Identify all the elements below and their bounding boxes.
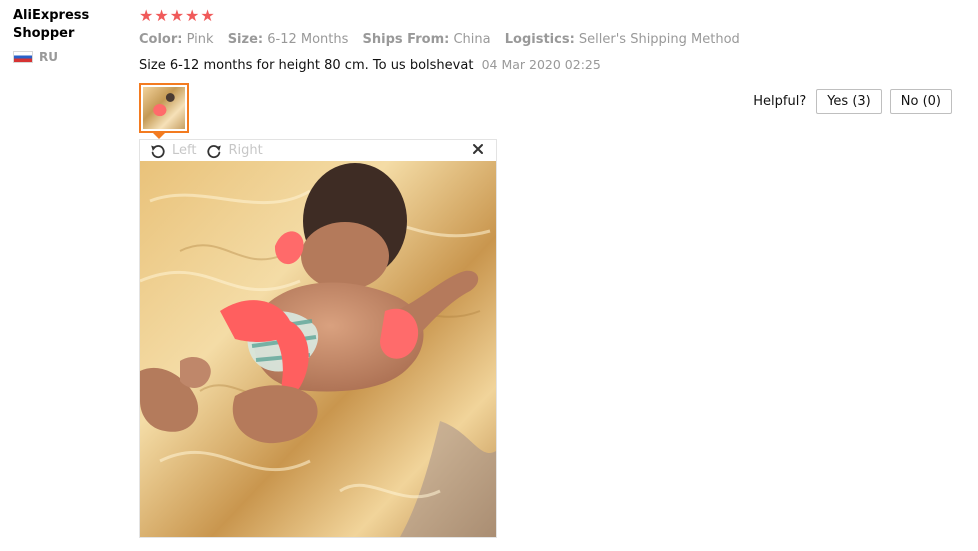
- helpful-no-button[interactable]: No (0): [889, 89, 952, 114]
- star-rating: ★ ★ ★ ★ ★: [139, 6, 959, 26]
- star-icon: ★: [139, 6, 154, 25]
- attribute-value: Pink: [186, 32, 214, 47]
- rotate-left-icon: [151, 144, 165, 158]
- helpful-yes-button[interactable]: Yes (3): [816, 89, 882, 114]
- review-body: ★ ★ ★ ★ ★ Color: Pink Size: 6-12 Months …: [139, 6, 959, 74]
- review-photo: [140, 161, 496, 537]
- review-photo-thumbnail[interactable]: [139, 83, 189, 133]
- helpful-voting: Helpful? Yes (3) No (0): [753, 89, 952, 114]
- attribute-ships-from: Ships From: China: [363, 32, 495, 47]
- attribute-size: Size: 6-12 Months: [228, 32, 353, 47]
- rotate-left-button[interactable]: Left: [150, 143, 196, 159]
- review-date: 04 Mar 2020 02:25: [481, 57, 601, 72]
- attribute-value: China: [453, 32, 491, 47]
- attribute-key: Ships From:: [362, 32, 450, 47]
- photo-viewer: Left Right: [139, 139, 497, 538]
- country-code: RU: [39, 50, 58, 64]
- attribute-key: Color:: [139, 32, 183, 47]
- attribute-color: Color: Pink: [139, 32, 218, 47]
- reviewer-country: RU: [13, 50, 123, 64]
- product-attributes: Color: Pink Size: 6-12 Months Ships From…: [139, 32, 959, 48]
- rotate-right-button[interactable]: Right: [206, 143, 263, 159]
- close-icon[interactable]: [472, 143, 484, 155]
- russia-flag-icon: [13, 51, 33, 63]
- viewer-toolbar: Left Right: [140, 140, 496, 161]
- review-text: Size 6-12 months for height 80 cm. To us…: [139, 58, 474, 73]
- star-icon: ★: [169, 6, 185, 25]
- star-icon: ★: [185, 6, 200, 25]
- rotate-right-label: Right: [228, 143, 263, 158]
- thumbnail-image: [143, 87, 185, 129]
- attribute-value: Seller's Shipping Method: [578, 32, 740, 47]
- reviewer-info: AliExpress Shopper RU: [13, 7, 123, 64]
- rotate-left-label: Left: [172, 143, 197, 158]
- attribute-logistics: Logistics: Seller's Shipping Method: [505, 32, 740, 47]
- star-icon: ★: [200, 6, 215, 25]
- star-icon: ★: [154, 6, 169, 25]
- rotate-right-icon: [207, 144, 222, 158]
- attribute-key: Logistics:: [504, 32, 575, 47]
- reviewer-name: AliExpress Shopper: [13, 8, 90, 41]
- attribute-key: Size:: [227, 32, 264, 47]
- review-text-line: Size 6-12 months for height 80 cm. To us…: [139, 57, 959, 74]
- attribute-value: 6-12 Months: [267, 32, 349, 47]
- helpful-label: Helpful?: [753, 94, 807, 109]
